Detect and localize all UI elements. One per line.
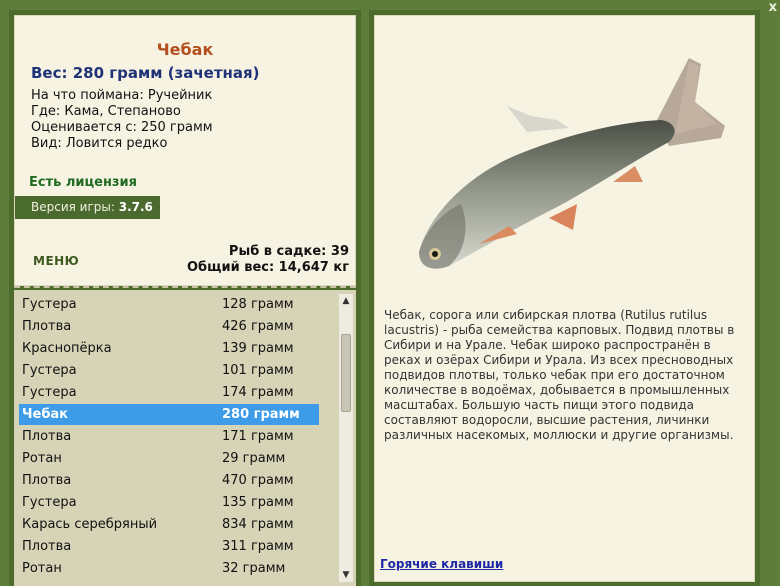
scroll-thumb[interactable] [341,334,351,412]
fish-name: Густера [22,297,77,312]
rated-line: Оценивается с: 250 грамм [31,120,213,135]
total-weight: Общий вес: 14,647 кг [186,260,349,275]
fish-name: Плотва [22,319,72,334]
fish-name: Краснопёрка [22,341,112,356]
fish-weight-value: 135 грамм [222,495,294,510]
net-summary: Рыб в садке: 39 Общий вес: 14,647 кг [187,244,349,276]
fish-count: Рыб в садке: 39 [228,244,349,259]
version-badge: Версия игры: 3.7.6 [15,196,160,219]
bait-line: На что поймана: Ручейник [31,88,213,103]
catch-list[interactable]: Густера 128 грамм Плотва 426 грамм Краснопёр… [14,290,356,586]
fish-weight-value: 32 грамм [222,561,286,576]
fish-name: Густера [22,385,77,400]
fish-image [419,58,725,269]
fish-name: Карась серебряный [22,517,158,532]
location-line: Где: Кама, Степаново [31,104,181,119]
list-item[interactable]: Ротан 29 грамм [19,448,319,469]
fish-weight-value: 139 грамм [222,341,294,356]
version-value: 3.7.6 [118,200,153,214]
hotkeys-link[interactable]: Горячие клавиши [380,557,503,571]
fish-name: Плотва [22,473,72,488]
fish-weight-value: 101 грамм [222,363,294,378]
fish-name: Густера [22,363,77,378]
list-item[interactable]: Густера 101 грамм [19,360,319,381]
fish-name: Чебак [22,407,68,422]
fish-title: Чебак [156,40,214,59]
fish-weight-value: 834 грамм [222,517,294,532]
scroll-up-icon[interactable]: ▲ [339,294,353,308]
fish-name: Плотва [22,539,72,554]
fish-name: Плотва [22,429,72,444]
divider [14,286,356,288]
fish-description-panel: Чебак, сорога или сибирская плотва (Ruti… [374,15,755,582]
license-status: Есть лицензия [29,175,137,190]
list-item[interactable]: Плотва 311 грамм [19,536,319,557]
fish-name: Ротан [22,561,62,576]
fish-weight-value: 426 грамм [222,319,294,334]
list-item[interactable]: Плотва 171 грамм [19,426,319,447]
scrollbar[interactable]: ▲ ▼ [339,294,353,582]
scroll-down-icon[interactable]: ▼ [339,568,353,582]
fish-description: Чебак, сорога или сибирская плотва (Ruti… [384,308,735,442]
fish-name: Ротан [22,451,62,466]
fish-weight-value: 311 грамм [222,539,294,554]
fish-weight-value: 470 грамм [222,473,294,488]
list-item[interactable]: Ротан 32 грамм [19,558,319,579]
fish-weight-value: 29 грамм [222,451,286,466]
menu-button[interactable]: МЕНЮ [33,254,79,268]
fish-weight-value: 174 грамм [222,385,294,400]
fish-weight-value: 171 грамм [222,429,294,444]
fish-weight-value: 128 грамм [222,297,294,312]
fish-info-panel: Чебак Вес: 280 грамм (зачетная) На что п… [14,15,356,286]
close-icon[interactable]: x [769,0,777,16]
list-item[interactable]: Плотва 426 грамм [19,316,319,337]
list-item[interactable]: Густера 174 грамм [19,382,319,403]
version-label: Версия игры: [31,200,115,214]
fish-weight: Вес: 280 грамм (зачетная) [31,64,260,82]
list-item[interactable]: Карась серебряный 834 грамм [19,514,319,535]
list-item[interactable]: Плотва 470 грамм [19,470,319,491]
list-item[interactable]: Чебак 280 грамм [19,404,319,425]
list-item[interactable]: Краснопёрка 139 грамм [19,338,319,359]
fish-weight-value: 280 грамм [222,407,300,422]
list-item[interactable]: Густера 128 грамм [19,294,319,315]
kind-line: Вид: Ловится редко [31,136,168,151]
fish-name: Густера [22,495,77,510]
fish-details: На что поймана: Ручейник Где: Кама, Степ… [31,88,213,152]
list-item[interactable]: Густера 135 грамм [19,492,319,513]
